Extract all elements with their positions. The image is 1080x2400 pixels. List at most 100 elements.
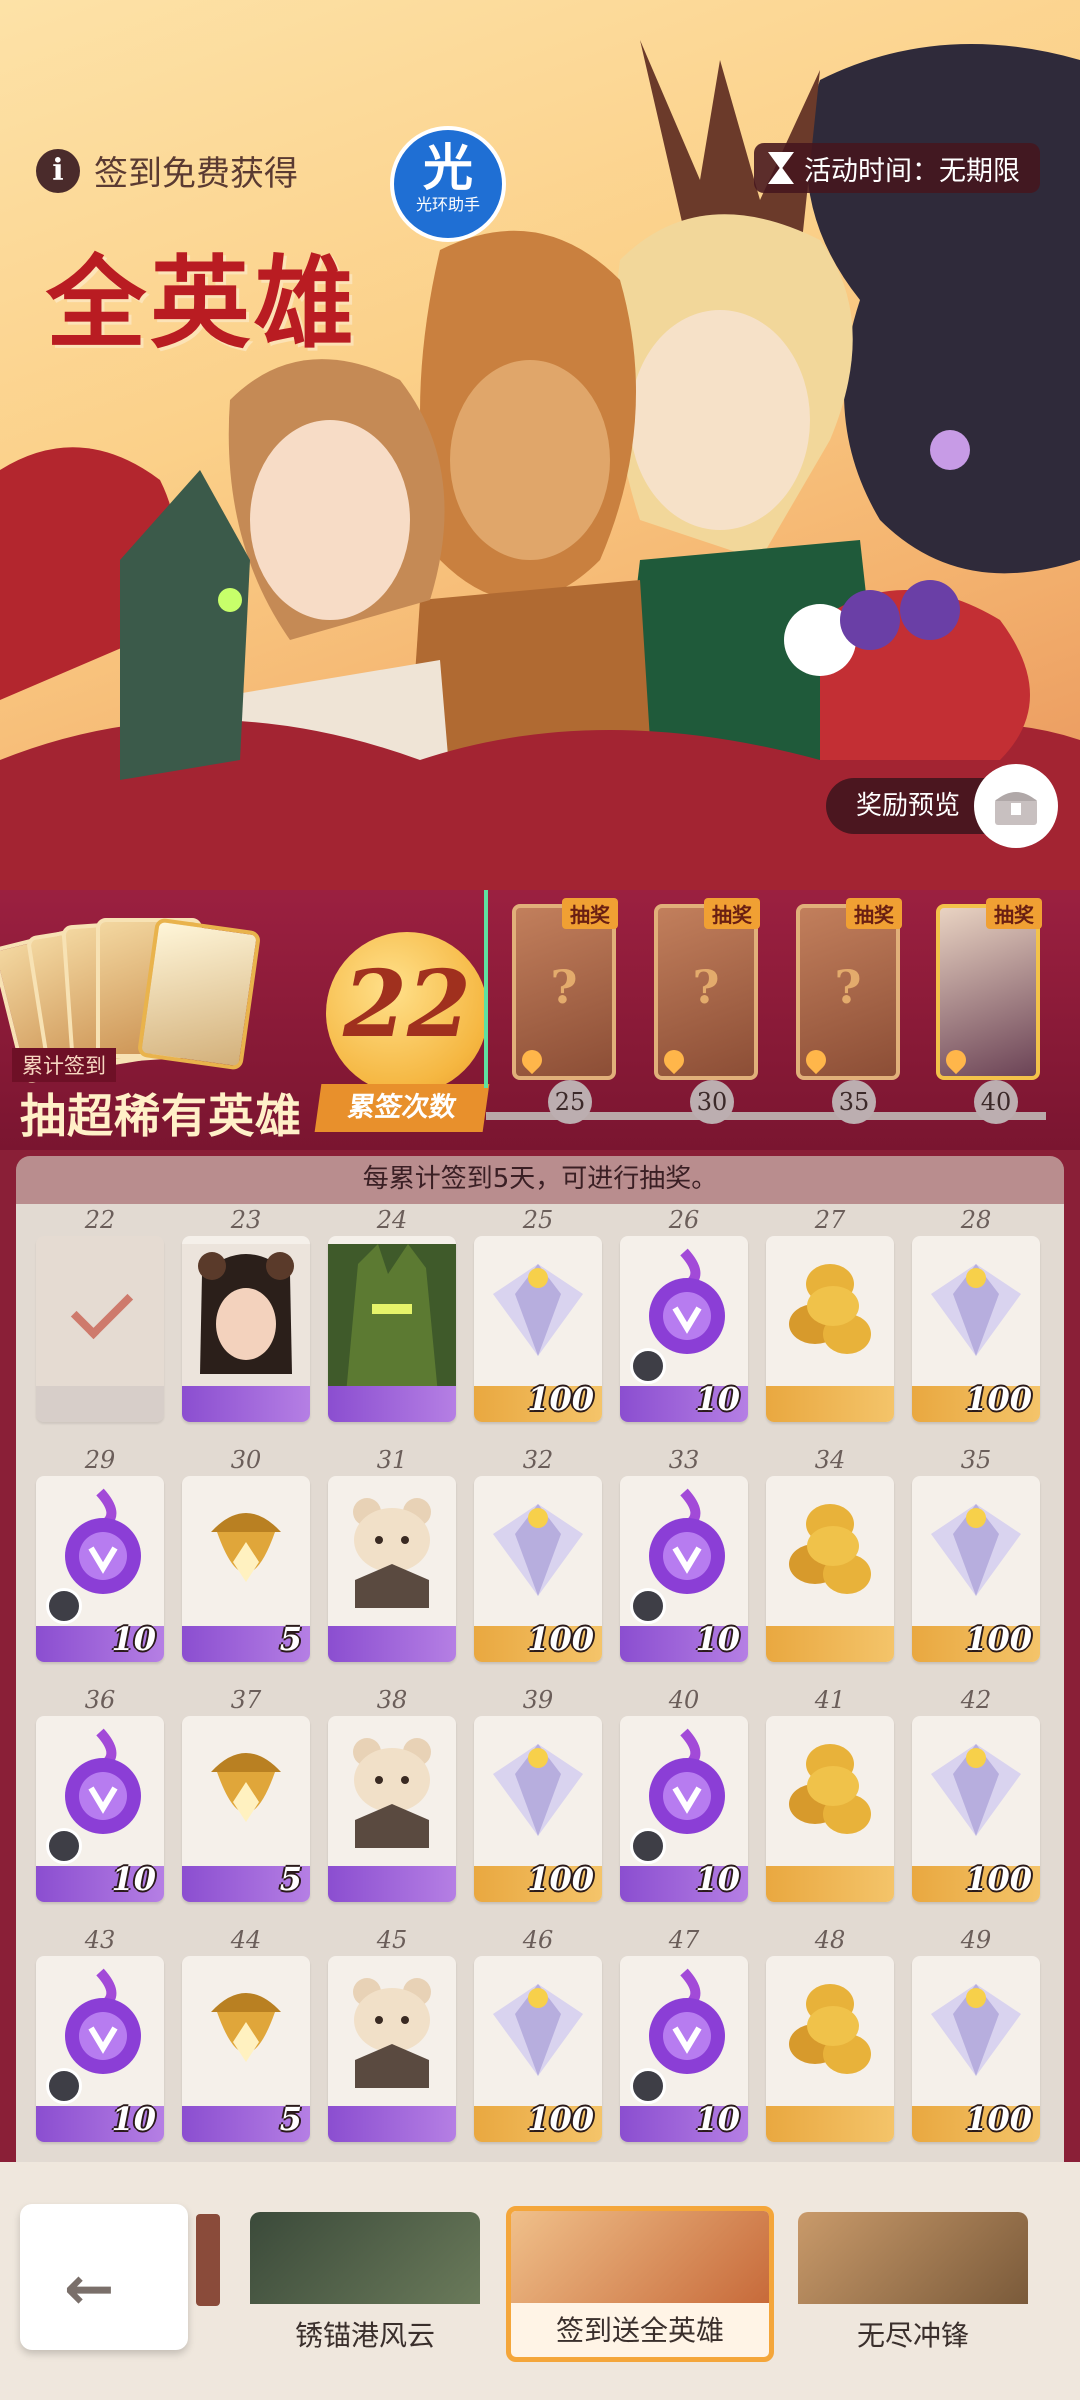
progress-marker xyxy=(484,890,488,1088)
check-icon xyxy=(70,1276,134,1340)
day-number: 44 xyxy=(230,1926,262,1954)
acorn-icon xyxy=(182,1964,310,2084)
reward-cell-orb[interactable]: 10 xyxy=(36,1476,164,1662)
flame-icon xyxy=(941,1045,971,1075)
diamond-icon xyxy=(912,1964,1040,2084)
reward-cell-orb[interactable]: 10 xyxy=(36,1716,164,1902)
day-number: 33 xyxy=(668,1446,700,1474)
nav-thumb xyxy=(511,2211,769,2303)
reward-cell-diamond[interactable]: 100 xyxy=(912,1476,1040,1662)
puzzle-piece-icon xyxy=(630,1588,666,1624)
reward-cell-gold[interactable] xyxy=(766,1236,894,1422)
signin-count: 22 xyxy=(342,950,472,1058)
draw-tag: 抽奖 xyxy=(986,898,1042,929)
reward-cell-gold[interactable] xyxy=(766,1956,894,2142)
reward-cell-gold[interactable] xyxy=(766,1716,894,1902)
reward-cell-hero-treant[interactable] xyxy=(328,1236,456,1422)
milestone-30[interactable]: ? 抽奖 xyxy=(654,898,766,1080)
cell-footer xyxy=(328,1866,456,1902)
acorn-icon xyxy=(182,1484,310,1604)
nav-tab-rusty-harbor[interactable]: 锈锚港风云 xyxy=(250,2212,480,2362)
milestone-25[interactable]: ? 抽奖 xyxy=(512,898,624,1080)
day-number: 23 xyxy=(230,1206,262,1234)
milestone-35[interactable]: ? 抽奖 xyxy=(796,898,908,1080)
milestone-dot-35: 35 xyxy=(832,1080,876,1124)
reward-quantity: 100 xyxy=(965,1380,1032,1418)
reward-cell-hamster[interactable] xyxy=(328,1476,456,1662)
app-logo: 光 光环助手 xyxy=(390,126,506,242)
day-number: 30 xyxy=(230,1446,262,1474)
reward-cell-orb[interactable]: 10 xyxy=(36,1956,164,2142)
day-number: 26 xyxy=(668,1206,700,1234)
gold-icon xyxy=(766,1244,894,1364)
reward-quantity: 100 xyxy=(965,2100,1032,2138)
day-number: 38 xyxy=(376,1686,408,1714)
reward-cell-orb[interactable]: 10 xyxy=(620,1236,748,1422)
nav-tab-endless-charge[interactable]: 无尽冲锋 xyxy=(798,2212,1028,2362)
reward-cell-gold[interactable] xyxy=(766,1476,894,1662)
reward-quantity: 5 xyxy=(279,1620,302,1658)
reward-cell-diamond[interactable]: 100 xyxy=(474,1956,602,2142)
nav-tab-label: 锈锚港风云 xyxy=(294,2319,435,2352)
event-time-badge: 活动时间：无期限 xyxy=(754,143,1040,193)
reward-cell-orb[interactable]: 10 xyxy=(620,1956,748,2142)
cell-footer xyxy=(328,2106,456,2142)
hamster-icon xyxy=(328,1964,456,2094)
info-row[interactable]: i 签到免费获得 xyxy=(36,146,298,195)
lottery-title: 抽超稀有英雄 xyxy=(20,1089,302,1143)
treasure-chest-icon[interactable] xyxy=(974,764,1058,848)
nav-tab-partial[interactable] xyxy=(196,2214,220,2306)
puzzle-piece-icon xyxy=(630,1828,666,1864)
reward-cell-diamond[interactable]: 100 xyxy=(912,1236,1040,1422)
reward-preview-button[interactable]: 奖励预览 xyxy=(825,764,1058,848)
logo-glyph: 光 xyxy=(423,139,473,197)
nav-tab-signin-heroes[interactable]: 签到送全英雄 xyxy=(506,2206,774,2362)
reward-quantity: 5 xyxy=(279,1860,302,1898)
hamster-icon xyxy=(328,1484,456,1614)
diamond-icon xyxy=(474,1484,602,1604)
reward-quantity: 100 xyxy=(965,1860,1032,1898)
day-number: 45 xyxy=(376,1926,408,1954)
calendar-grid: 22 23 24 25 100 26 10 27 28 100 29 10 30 5 31 32 100 33 10… xyxy=(16,1204,1064,2204)
orb-icon xyxy=(36,1724,164,1844)
day-number: 43 xyxy=(84,1926,116,1954)
reward-cell-orb[interactable]: 10 xyxy=(620,1476,748,1662)
reward-cell-acorn[interactable]: 5 xyxy=(182,1716,310,1902)
info-text: 签到免费获得 xyxy=(94,154,298,194)
draw-tag: 抽奖 xyxy=(846,898,902,929)
reward-cell-diamond[interactable]: 100 xyxy=(912,1956,1040,2142)
nav-thumb xyxy=(250,2212,480,2304)
reward-quantity: 100 xyxy=(527,1860,594,1898)
cell-footer xyxy=(182,1386,310,1422)
milestone-dot-40: 40 xyxy=(974,1080,1018,1124)
back-button[interactable]: ← xyxy=(20,2204,188,2350)
reward-cell-acorn[interactable]: 5 xyxy=(182,1476,310,1662)
info-icon[interactable]: i xyxy=(36,148,80,193)
diamond-icon xyxy=(474,1724,602,1844)
reward-cell-diamond[interactable]: 100 xyxy=(912,1716,1040,1902)
milestone-dot-30: 30 xyxy=(690,1080,734,1124)
flame-icon xyxy=(801,1045,831,1075)
milestone-40[interactable]: 抽奖 xyxy=(936,898,1048,1080)
reward-cell-diamond[interactable]: 100 xyxy=(474,1716,602,1902)
day-number: 32 xyxy=(522,1446,554,1474)
reward-cell-hamster[interactable] xyxy=(328,1956,456,2142)
day-number: 29 xyxy=(84,1446,116,1474)
hero-banner: i 签到免费获得 全英雄 光 光环助手 活动时间：无期限 奖励预览 xyxy=(0,0,1080,900)
reward-cell-hero-girl[interactable] xyxy=(182,1236,310,1422)
cell-footer xyxy=(766,1626,894,1662)
orb-icon xyxy=(36,1484,164,1604)
draw-tag: 抽奖 xyxy=(562,898,618,929)
reward-cell-diamond[interactable]: 100 xyxy=(474,1236,602,1422)
reward-cell-hamster[interactable] xyxy=(328,1716,456,1902)
reward-cell-claimed[interactable] xyxy=(36,1236,164,1422)
diamond-icon xyxy=(912,1484,1040,1604)
reward-cell-acorn[interactable]: 5 xyxy=(182,1956,310,2142)
reward-cell-diamond[interactable]: 100 xyxy=(474,1476,602,1662)
diamond-icon xyxy=(474,1964,602,2084)
card-deck-illustration xyxy=(0,914,296,1085)
reward-quantity: 10 xyxy=(111,1620,156,1658)
cell-footer xyxy=(328,1386,456,1422)
puzzle-piece-icon xyxy=(46,1588,82,1624)
reward-cell-orb[interactable]: 10 xyxy=(620,1716,748,1902)
